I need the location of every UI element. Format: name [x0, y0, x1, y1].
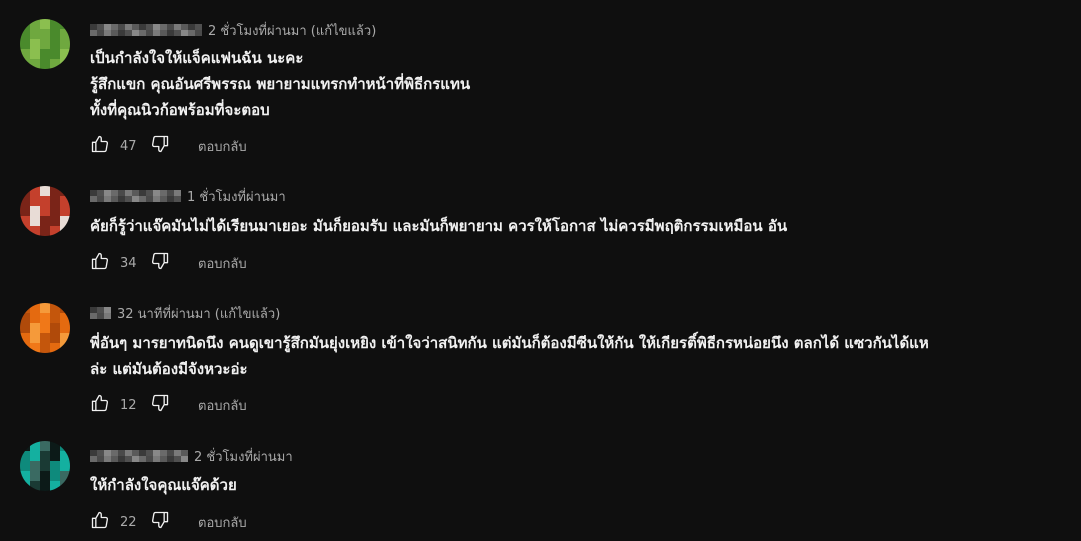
comment-line: ให้กำลังใจคุณแจ๊คด้วย [90, 476, 237, 494]
comment-line: ทั้งที่คุณนิวก้อพร้อมที่จะตอบ [90, 101, 270, 119]
timestamp[interactable]: 2 ชั่วโมงที่ผ่านมา (แก้ไขแล้ว) [208, 20, 376, 41]
dislike-button[interactable] [150, 393, 170, 417]
thumbs-down-icon [150, 510, 170, 534]
comment-text: คัยก็รู้ว่าแจ๊คมันไม่ได้เรียนมาเยอะ มันก… [90, 213, 1050, 239]
like-button[interactable] [90, 510, 110, 534]
like-count: 47 [120, 138, 137, 154]
like-button[interactable] [90, 251, 110, 275]
like-count: 22 [120, 514, 137, 530]
author-name-blurred[interactable] [90, 450, 188, 462]
thumbs-down-icon [150, 251, 170, 275]
comment-line: คัยก็รู้ว่าแจ๊คมันไม่ได้เรียนมาเยอะ มันก… [90, 217, 788, 235]
author-name-blurred[interactable] [90, 307, 111, 319]
comment-text: พี่อันๆ มารยาทนิดนึง คนดูเขารู้สึกมันยุ่… [90, 330, 1050, 382]
reply-button[interactable]: ตอบกลับ [198, 136, 247, 157]
avatar[interactable] [20, 186, 70, 236]
dislike-button[interactable] [150, 510, 170, 534]
author-name-blurred[interactable] [90, 24, 202, 36]
timestamp[interactable]: 1 ชั่วโมงที่ผ่านมา [187, 186, 286, 207]
like-button[interactable] [90, 393, 110, 417]
reply-button[interactable]: ตอบกลับ [198, 512, 247, 533]
comment-line: พี่อันๆ มารยาทนิดนึง คนดูเขารู้สึกมันยุ่… [90, 334, 929, 352]
avatar[interactable] [20, 303, 70, 353]
dislike-button[interactable] [150, 134, 170, 158]
thumbs-up-icon [90, 393, 110, 417]
timestamp[interactable]: 32 นาทีที่ผ่านมา (แก้ไขแล้ว) [117, 303, 280, 324]
thumbs-up-icon [90, 134, 110, 158]
comment-line: รู้สึกแขก คุณอันศรีพรรณ พยายามแทรกทำหน้า… [90, 75, 471, 93]
thumbs-up-icon [90, 251, 110, 275]
avatar[interactable] [20, 19, 70, 69]
author-name-blurred[interactable] [90, 190, 181, 202]
reply-button[interactable]: ตอบกลับ [198, 395, 247, 416]
comment-text: ให้กำลังใจคุณแจ๊คด้วย [90, 472, 1050, 498]
timestamp[interactable]: 2 ชั่วโมงที่ผ่านมา [194, 446, 293, 467]
comment-text: เป็นกำลังใจให้แจ็คแฟนฉัน นะคะ รู้สึกแขก … [90, 45, 1050, 123]
comment-line: เป็นกำลังใจให้แจ็คแฟนฉัน นะคะ [90, 49, 304, 67]
like-count: 12 [120, 397, 137, 413]
thumbs-down-icon [150, 134, 170, 158]
dislike-button[interactable] [150, 251, 170, 275]
like-count: 34 [120, 255, 137, 271]
thumbs-down-icon [150, 393, 170, 417]
reply-button[interactable]: ตอบกลับ [198, 253, 247, 274]
like-button[interactable] [90, 134, 110, 158]
thumbs-up-icon [90, 510, 110, 534]
comment-line: ล่ะ แต่มันต้องมีจังหวะอ่ะ [90, 360, 248, 378]
avatar[interactable] [20, 441, 70, 491]
